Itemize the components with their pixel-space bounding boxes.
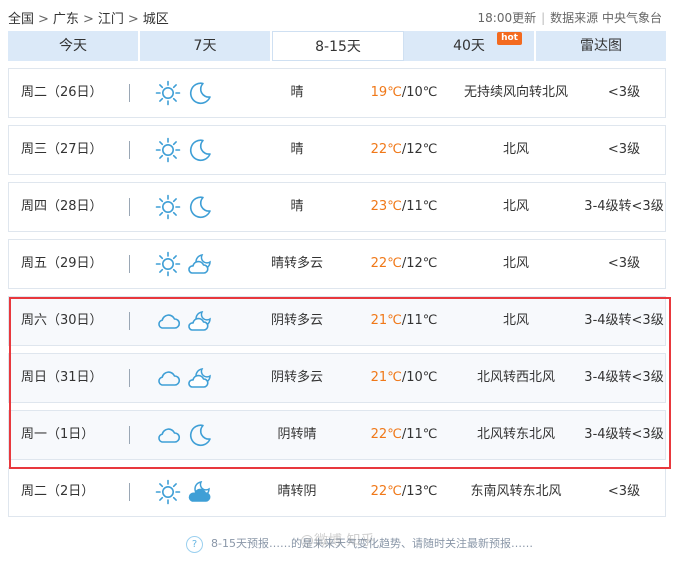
tab-today[interactable]: 今天 bbox=[8, 31, 140, 61]
tab-8-15-days[interactable]: 8-15天 bbox=[272, 31, 404, 61]
high-temp: 23℃ bbox=[370, 199, 402, 214]
temperature: 19℃/10℃ bbox=[359, 69, 449, 117]
wind-level: <3级 bbox=[607, 85, 641, 100]
high-temp: 22℃ bbox=[370, 484, 402, 499]
data-source: 数据来源 中央气象台 bbox=[550, 11, 662, 25]
wind-level: 3-4级转<3级 bbox=[584, 199, 664, 214]
breadcrumb: 全国 > 广东 > 江门 > 城区 bbox=[8, 8, 169, 27]
tab-radar[interactable]: 雷达图 bbox=[536, 31, 666, 61]
wind-direction: 北风 bbox=[502, 142, 529, 157]
weather-condition: 晴 bbox=[290, 85, 304, 100]
breadcrumb-separator: > bbox=[82, 12, 94, 27]
sun-icon bbox=[155, 80, 181, 106]
weather-icons bbox=[155, 194, 225, 220]
high-temp: 19℃ bbox=[370, 85, 402, 100]
forecast-date: 周二（2日） bbox=[21, 484, 95, 499]
low-temp: /10℃ bbox=[401, 85, 438, 100]
sun-icon bbox=[155, 251, 181, 277]
forecast-tabs: 今天 7天 8-15天 40天 hot 雷达图 bbox=[8, 31, 666, 61]
wind-level: <3级 bbox=[607, 484, 641, 499]
weather-icons bbox=[155, 80, 225, 106]
hot-badge: hot bbox=[497, 32, 522, 45]
weather-icons bbox=[155, 251, 225, 277]
breadcrumb-item-district: 城区 bbox=[142, 12, 169, 27]
forecast-date: 周五（29日） bbox=[21, 256, 103, 271]
high-temp: 22℃ bbox=[370, 142, 402, 157]
cloudy-night-icon bbox=[187, 251, 213, 277]
forecast-row: 周二（26日） 晴 19℃/10℃ 无持续风向转北风 <3级 bbox=[8, 68, 666, 118]
weather-icons bbox=[155, 137, 225, 163]
meta-divider: | bbox=[541, 11, 546, 25]
sun-icon bbox=[155, 137, 181, 163]
temperature: 22℃/12℃ bbox=[359, 240, 449, 288]
wind-direction: 北风 bbox=[502, 256, 529, 271]
forecast-row: 周三（27日） 晴 22℃/12℃ 北风 <3级 bbox=[8, 125, 666, 175]
row-divider bbox=[129, 255, 130, 273]
row-divider bbox=[129, 483, 130, 501]
moon-icon bbox=[187, 80, 213, 106]
wind-direction: 北风 bbox=[502, 199, 529, 214]
tab-40-days-label: 40天 bbox=[453, 38, 485, 54]
moon-icon bbox=[187, 137, 213, 163]
low-temp: /12℃ bbox=[401, 256, 438, 271]
wind-level: <3级 bbox=[607, 256, 641, 271]
low-temp: /12℃ bbox=[401, 142, 438, 157]
update-meta: 18:00更新 | 数据来源 中央气象台 bbox=[478, 9, 662, 26]
row-divider bbox=[129, 84, 130, 102]
row-divider bbox=[129, 198, 130, 216]
breadcrumb-item-province[interactable]: 广东 bbox=[53, 8, 79, 27]
moon-icon bbox=[187, 194, 213, 220]
row-divider bbox=[129, 141, 130, 159]
low-temp: /13℃ bbox=[401, 484, 438, 499]
weather-condition: 晴 bbox=[290, 142, 304, 157]
forecast-date: 周三（27日） bbox=[21, 142, 103, 157]
overcast-night-icon bbox=[187, 479, 213, 505]
weather-condition: 晴转阴 bbox=[277, 484, 317, 499]
tab-7-days[interactable]: 7天 bbox=[140, 31, 272, 61]
forecast-date: 周四（28日） bbox=[21, 199, 103, 214]
low-temp: /11℃ bbox=[401, 199, 438, 214]
sun-icon bbox=[155, 194, 181, 220]
tab-40-days[interactable]: 40天 hot bbox=[404, 31, 536, 61]
temperature: 22℃/13℃ bbox=[359, 468, 449, 516]
breadcrumb-separator: > bbox=[127, 12, 139, 27]
update-time: 18:00更新 bbox=[477, 11, 537, 25]
watermark: @微博 知乎 bbox=[300, 533, 375, 549]
weather-icons bbox=[155, 479, 225, 505]
forecast-row: 周四（28日） 晴 23℃/11℃ 北风 3-4级转<3级 bbox=[8, 182, 666, 232]
wind-direction: 无持续风向转北风 bbox=[463, 85, 568, 100]
temperature: 23℃/11℃ bbox=[359, 183, 449, 231]
question-icon[interactable]: ? bbox=[186, 535, 203, 553]
wind-direction: 东南风转东北风 bbox=[470, 484, 562, 499]
breadcrumb-item-country[interactable]: 全国 bbox=[8, 8, 34, 27]
top-bar: 全国 > 广东 > 江门 > 城区 18:00更新 | 数据来源 中央气象台 bbox=[8, 6, 666, 28]
weather-condition: 晴转多云 bbox=[270, 256, 323, 271]
breadcrumb-separator: > bbox=[38, 12, 49, 27]
wind-level: <3级 bbox=[607, 142, 641, 157]
weather-condition: 晴 bbox=[290, 199, 304, 214]
high-temp: 22℃ bbox=[370, 256, 402, 271]
forecast-row: 周五（29日） 晴转多云 22℃/12℃ 北风 <3级 bbox=[8, 239, 666, 289]
breadcrumb-item-city[interactable]: 江门 bbox=[98, 8, 124, 27]
sun-icon bbox=[155, 479, 181, 505]
forecast-row: 周二（2日） 晴转阴 22℃/13℃ 东南风转东北风 <3级 bbox=[8, 467, 666, 517]
highlight-box bbox=[9, 297, 671, 469]
temperature: 22℃/12℃ bbox=[359, 126, 449, 174]
forecast-date: 周二（26日） bbox=[21, 85, 103, 100]
